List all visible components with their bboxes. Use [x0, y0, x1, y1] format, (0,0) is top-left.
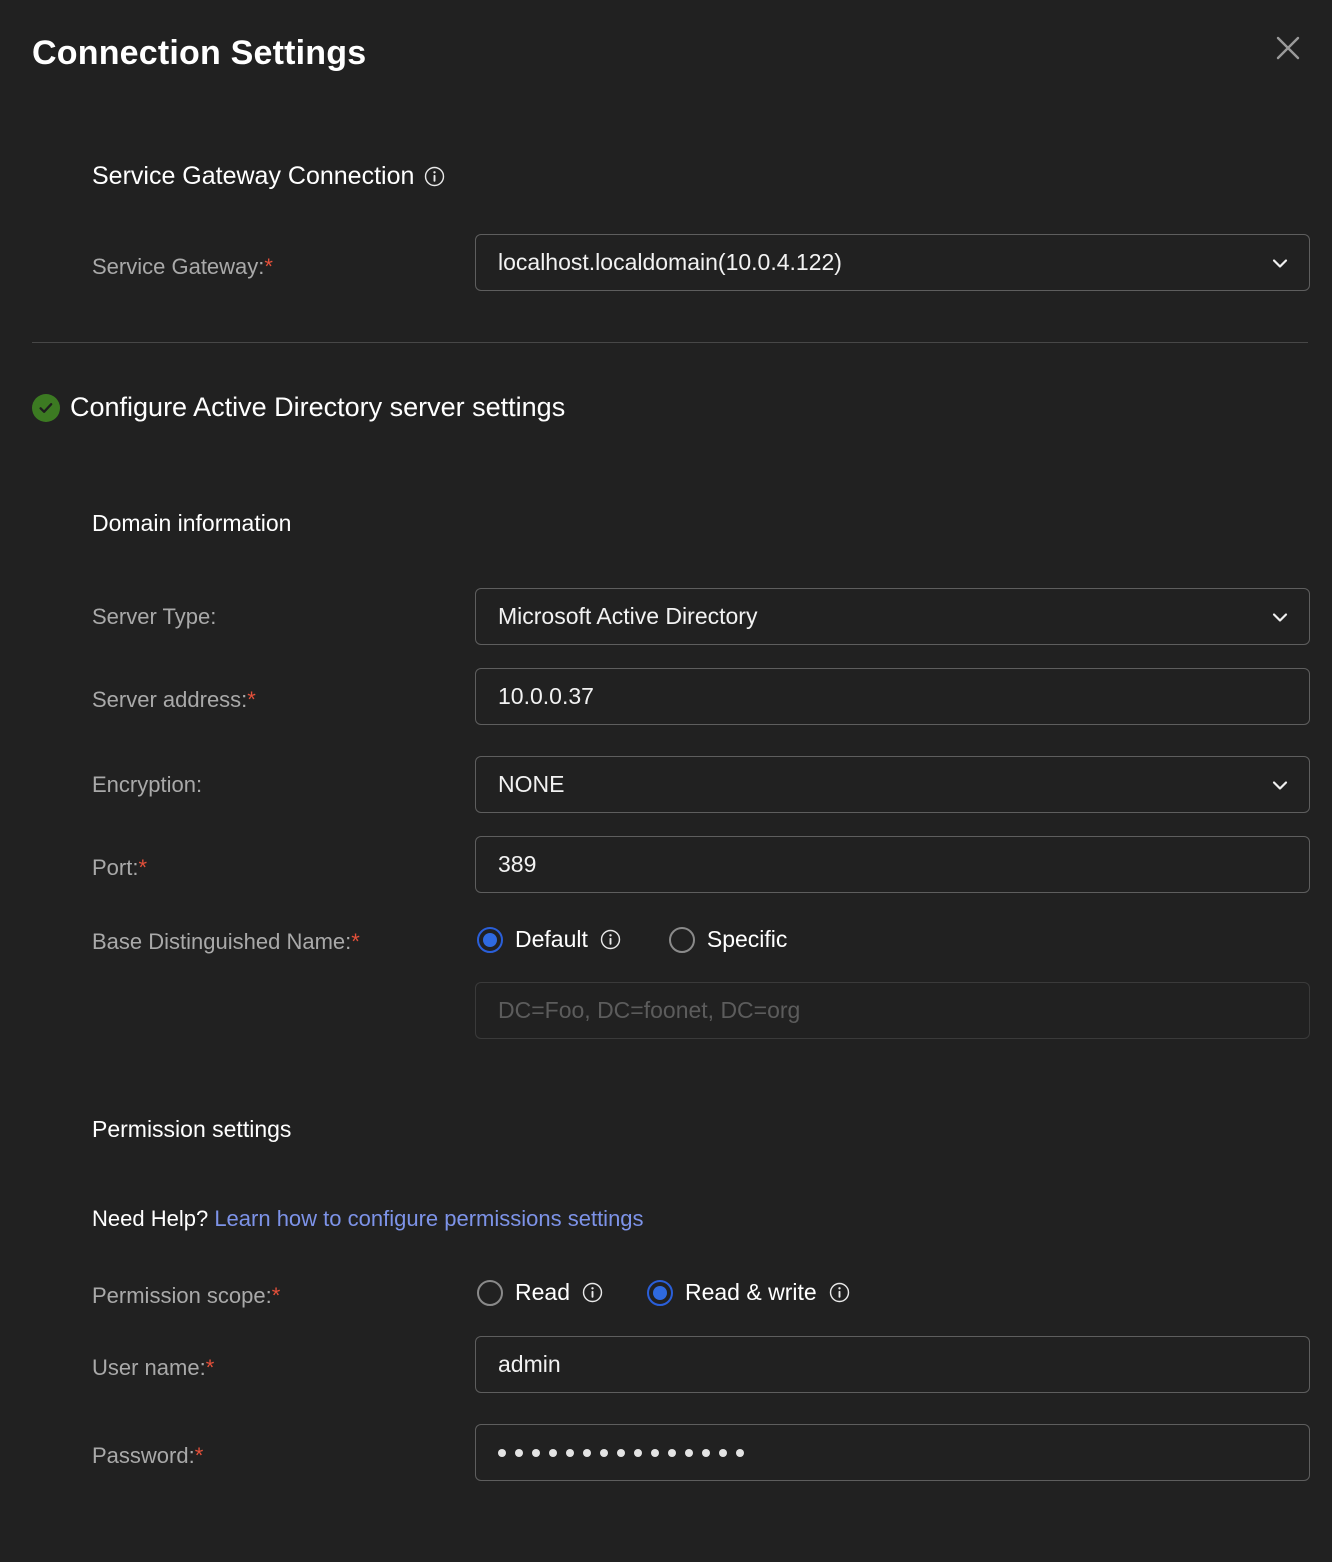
radio-read[interactable] [477, 1279, 503, 1306]
required-asterisk: * [138, 855, 148, 880]
info-icon[interactable] [424, 166, 445, 187]
port-input[interactable]: 389 [475, 836, 1310, 893]
encryption-value: NONE [498, 771, 565, 797]
required-asterisk: * [194, 1443, 204, 1468]
required-asterisk: * [264, 254, 273, 279]
base-dn-placeholder: DC=Foo, DC=foonet, DC=org [498, 997, 801, 1023]
server-address-label-text: Server address: [92, 687, 248, 712]
password-label: Password:* [92, 1443, 203, 1469]
base-dn-option-specific-label: Specific [706, 926, 788, 952]
info-icon[interactable] [582, 1282, 603, 1303]
base-dn-option-default[interactable]: Default [477, 926, 621, 953]
required-asterisk: * [205, 1355, 215, 1380]
chevron-down-icon [1269, 606, 1291, 628]
encryption-label-text: Encryption: [92, 772, 203, 797]
permission-scope-radio-group: Read Read & write [477, 1279, 850, 1306]
password-label-text: Password: [92, 1443, 195, 1468]
user-name-label-text: User name: [92, 1355, 206, 1380]
permission-option-read-label: Read [515, 1279, 570, 1305]
service-gateway-label-text: Service Gateway: [92, 254, 265, 279]
service-gateway-value: localhost.localdomain(10.0.4.122) [498, 249, 842, 275]
password-input[interactable] [475, 1424, 1310, 1481]
port-label-text: Port: [92, 855, 139, 880]
permission-settings-subheading: Permission settings [92, 1116, 292, 1142]
info-icon[interactable] [600, 929, 621, 950]
server-type-value: Microsoft Active Directory [498, 603, 758, 629]
encryption-select[interactable]: NONE [475, 756, 1310, 813]
user-name-label: User name:* [92, 1355, 214, 1381]
radio-read-write[interactable] [646, 1279, 673, 1306]
required-asterisk: * [247, 687, 256, 712]
user-name-value: admin [498, 1351, 561, 1377]
permission-option-read-write[interactable]: Read & write [646, 1279, 850, 1306]
configure-ad-heading-label: Configure Active Directory server settin… [70, 392, 566, 422]
server-type-label: Server Type: [92, 604, 216, 630]
base-dn-option-specific[interactable]: Specific [668, 926, 788, 953]
service-gateway-heading-label: Service Gateway Connection [92, 162, 415, 190]
server-address-input[interactable]: 10.0.0.37 [475, 668, 1310, 725]
server-type-label-text: Server Type: [92, 604, 217, 629]
need-help-prefix: Need Help? [92, 1206, 215, 1231]
base-dn-label: Base Distinguished Name:* [92, 929, 360, 955]
connection-settings-dialog: Connection Settings Service Gateway Conn… [0, 0, 1332, 1562]
domain-information-subheading: Domain information [92, 510, 292, 536]
service-gateway-label: Service Gateway:* [92, 254, 273, 280]
base-dn-input[interactable]: DC=Foo, DC=foonet, DC=org [475, 982, 1310, 1039]
user-name-input[interactable]: admin [475, 1336, 1310, 1393]
service-gateway-select[interactable]: localhost.localdomain(10.0.4.122) [475, 234, 1310, 291]
configure-ad-section-heading: Configure Active Directory server settin… [32, 392, 565, 423]
encryption-label: Encryption: [92, 772, 202, 798]
page-title: Connection Settings [32, 34, 367, 72]
service-gateway-section-heading: Service Gateway Connection [92, 162, 445, 191]
permission-scope-label: Permission scope:* [92, 1283, 280, 1309]
check-circle-icon [32, 393, 60, 422]
radio-default[interactable] [477, 926, 503, 953]
permission-scope-label-text: Permission scope: [92, 1283, 272, 1308]
need-help-line: Need Help? Learn how to configure permis… [92, 1206, 644, 1232]
chevron-down-icon [1269, 774, 1291, 796]
permissions-help-link[interactable]: Learn how to configure permissions setti… [214, 1206, 643, 1231]
info-icon[interactable] [829, 1282, 850, 1303]
permission-option-read[interactable]: Read [477, 1279, 603, 1306]
password-masked-value [498, 1425, 744, 1480]
server-address-value: 10.0.0.37 [498, 683, 594, 709]
permission-option-read-write-label: Read & write [684, 1279, 817, 1305]
port-label: Port:* [92, 855, 147, 881]
radio-specific[interactable] [668, 926, 695, 953]
base-dn-option-default-label: Default [515, 926, 588, 952]
section-divider [32, 342, 1308, 343]
base-dn-radio-group: Default Specific [477, 926, 787, 953]
required-asterisk: * [271, 1283, 281, 1308]
required-asterisk: * [351, 929, 360, 954]
server-type-select[interactable]: Microsoft Active Directory [475, 588, 1310, 645]
chevron-down-icon [1269, 252, 1291, 274]
port-value: 389 [498, 851, 537, 877]
base-dn-label-text: Base Distinguished Name: [92, 929, 352, 954]
server-address-label: Server address:* [92, 687, 256, 713]
close-icon [1273, 33, 1303, 63]
close-button[interactable] [1266, 26, 1310, 70]
